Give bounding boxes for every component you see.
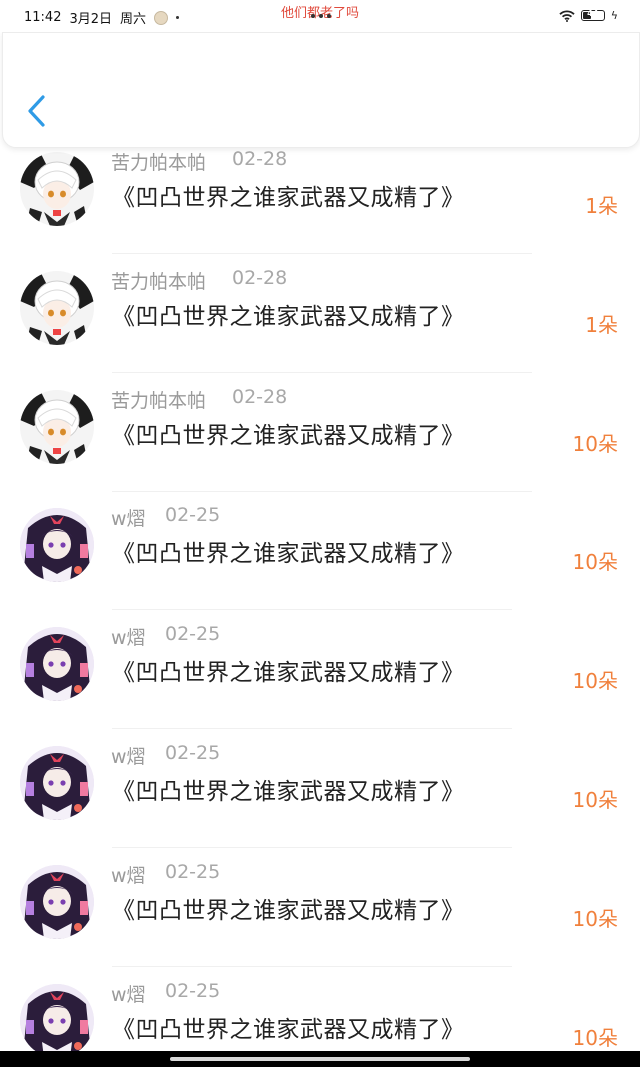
avatar[interactable] <box>20 270 94 345</box>
chevron-left-icon <box>28 95 45 127</box>
list-item[interactable]: w熠 02-25 《凹凸世界之谁家武器又成精了》 10朵 <box>0 730 640 848</box>
username[interactable]: 苦力帕本帕 <box>111 267 206 294</box>
work-title[interactable]: 《凹凸世界之谁家武器又成精了》 <box>112 297 465 331</box>
list-item[interactable]: w熠 02-25 《凹凸世界之谁家武器又成精了》 10朵 <box>0 492 640 611</box>
gift-record-list: 苦力帕本帕 02-28 《凹凸世界之谁家武器又成精了》 1朵 苦力帕本帕 02-… <box>0 0 640 1067</box>
flower-count: 10朵 <box>572 1025 618 1050</box>
post-date: 02-25 <box>165 860 221 883</box>
flower-count: 10朵 <box>572 431 618 456</box>
avatar[interactable] <box>20 508 94 583</box>
post-date: 02-25 <box>165 979 221 1002</box>
avatar-illustration-icon <box>20 508 94 583</box>
flower-count: 10朵 <box>572 788 618 812</box>
work-title[interactable]: 《凹凸世界之谁家武器又成精了》 <box>112 891 465 925</box>
avatar-illustration-icon <box>20 270 94 345</box>
avatar-illustration-icon <box>20 389 94 464</box>
battery-level: 44 <box>587 9 599 18</box>
system-navigation-bar <box>0 1051 640 1067</box>
back-button[interactable] <box>17 89 57 133</box>
header-panel <box>2 32 640 148</box>
username[interactable]: 苦力帕本帕 <box>111 148 206 175</box>
status-bar: 11:42 3月2日 周六 他们都老了吗 44 ϟ <box>0 0 640 32</box>
list-item[interactable]: w熠 02-25 《凹凸世界之谁家武器又成精了》 10朵 <box>0 611 640 730</box>
avatar-illustration-icon <box>20 983 94 1058</box>
post-date: 02-28 <box>232 266 288 289</box>
list-item[interactable]: w熠 02-25 《凹凸世界之谁家武器又成精了》 10朵 <box>0 849 640 967</box>
wifi-icon <box>559 9 575 22</box>
username[interactable]: w熠 <box>111 742 146 769</box>
flower-count: 1朵 <box>585 312 618 337</box>
work-title[interactable]: 《凹凸世界之谁家武器又成精了》 <box>112 178 465 212</box>
status-notification-text: 他们都老了吗 <box>0 2 640 21</box>
post-date: 02-25 <box>165 742 221 764</box>
avatar[interactable] <box>20 389 94 464</box>
post-date: 02-25 <box>165 623 221 646</box>
avatar-illustration-icon <box>20 152 94 226</box>
post-date: 02-28 <box>232 148 288 170</box>
username[interactable]: w熠 <box>111 504 146 531</box>
list-item[interactable]: 苦力帕本帕 02-28 《凹凸世界之谁家武器又成精了》 1朵 <box>0 136 640 254</box>
avatar[interactable] <box>20 152 94 226</box>
username[interactable]: w熠 <box>111 623 146 650</box>
multitask-dots-icon <box>311 14 331 18</box>
list-item[interactable]: 苦力帕本帕 02-28 《凹凸世界之谁家武器又成精了》 1朵 <box>0 255 640 373</box>
status-right: 44 ϟ <box>559 9 618 22</box>
screen: 11:42 3月2日 周六 他们都老了吗 44 ϟ <box>0 0 640 1067</box>
list-item[interactable]: 苦力帕本帕 02-28 《凹凸世界之谁家武器又成精了》 10朵 <box>0 374 640 492</box>
avatar[interactable] <box>20 983 94 1058</box>
avatar-illustration-icon <box>20 627 94 702</box>
avatar[interactable] <box>20 627 94 702</box>
flower-count: 10朵 <box>572 669 618 694</box>
work-title[interactable]: 《凹凸世界之谁家武器又成精了》 <box>112 653 465 687</box>
username[interactable]: w熠 <box>111 861 146 888</box>
charging-bolt-icon: ϟ <box>610 9 618 22</box>
battery-icon: 44 <box>580 9 605 21</box>
avatar-illustration-icon <box>20 864 94 939</box>
flower-count: 10朵 <box>572 550 618 575</box>
post-date: 02-28 <box>232 385 288 408</box>
work-title[interactable]: 《凹凸世界之谁家武器又成精了》 <box>112 1010 465 1044</box>
username[interactable]: w熠 <box>111 980 146 1007</box>
home-indicator[interactable] <box>170 1057 470 1061</box>
avatar[interactable] <box>20 864 94 939</box>
post-date: 02-25 <box>165 504 221 527</box>
avatar[interactable] <box>20 746 94 820</box>
flower-count: 10朵 <box>572 906 618 931</box>
username[interactable]: 苦力帕本帕 <box>111 386 206 413</box>
avatar-illustration-icon <box>20 746 94 820</box>
work-title[interactable]: 《凹凸世界之谁家武器又成精了》 <box>112 772 465 806</box>
work-title[interactable]: 《凹凸世界之谁家武器又成精了》 <box>112 534 465 568</box>
flower-count: 1朵 <box>585 194 618 218</box>
work-title[interactable]: 《凹凸世界之谁家武器又成精了》 <box>112 416 465 450</box>
